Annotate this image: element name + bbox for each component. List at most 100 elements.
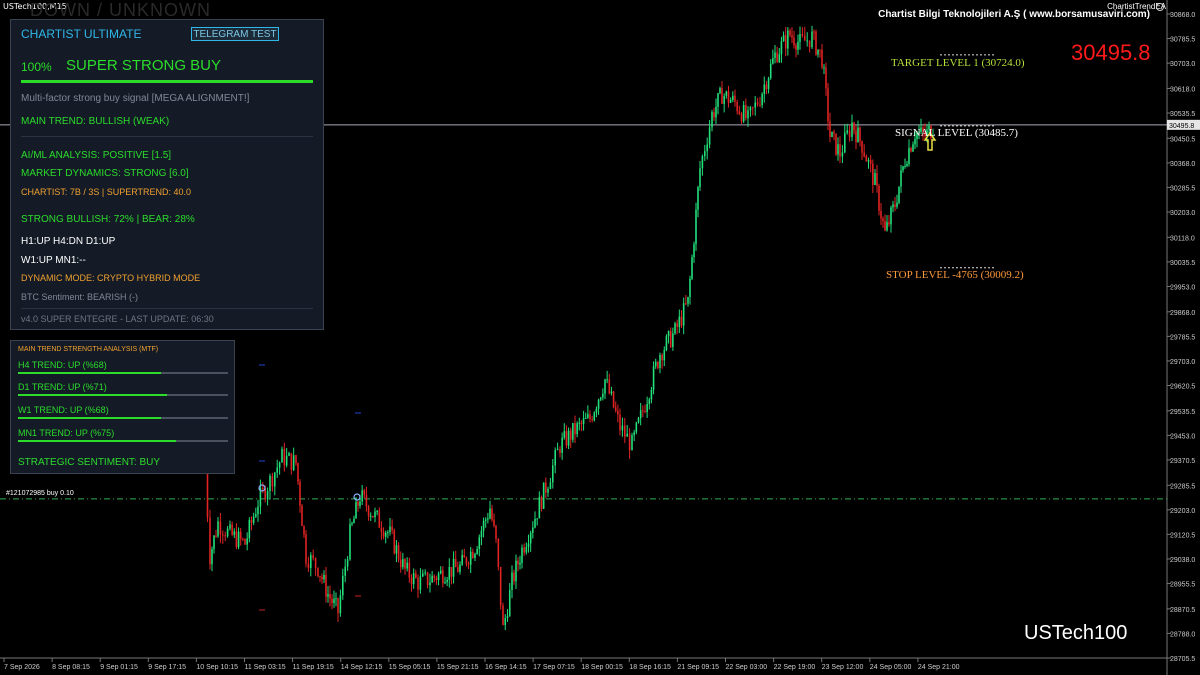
y-tick-label: 29620.5 (1170, 384, 1195, 391)
y-tick-label: 29203.0 (1170, 508, 1195, 515)
signal-strength-bar (21, 80, 313, 83)
candle-body (271, 476, 274, 487)
candle-body (721, 88, 723, 104)
candle-body (892, 204, 894, 208)
candle-body (461, 554, 463, 565)
candle-body (740, 113, 743, 122)
candle-body (661, 355, 663, 361)
candle-body (250, 520, 253, 523)
candle-body (257, 506, 259, 515)
y-tick-label: 30285.5 (1170, 185, 1195, 192)
candle-body (215, 535, 217, 537)
candle-body (397, 545, 400, 560)
candle-body (226, 528, 229, 537)
candle-body (321, 576, 323, 580)
candle-body (274, 472, 276, 487)
candle-body (829, 121, 831, 138)
candle-body (219, 521, 222, 535)
mtf-label: MN1 TREND: UP (%75) (18, 428, 115, 438)
candle-body (363, 490, 366, 495)
candle-body (896, 202, 898, 207)
candle-body (642, 410, 644, 412)
candle-body (759, 104, 761, 106)
candle-body (644, 411, 646, 413)
candle-body (399, 559, 402, 568)
candle-body (239, 531, 242, 539)
candle-body (233, 531, 236, 535)
candle-body (815, 31, 817, 55)
candle-body (863, 152, 865, 157)
candle-body (246, 538, 248, 545)
candle-body (472, 551, 474, 559)
candle-body (910, 148, 912, 152)
candle-body (561, 437, 563, 453)
candle-body (495, 525, 497, 539)
candle-body (299, 481, 301, 506)
candle-body (314, 558, 317, 568)
candle-body (424, 572, 426, 574)
x-tick-label: 23 Sep 12:00 (822, 664, 864, 671)
candle-body (827, 88, 829, 122)
candle-body (900, 170, 902, 187)
candle-body (672, 333, 674, 348)
candle-body (217, 521, 219, 537)
candle-body (480, 530, 483, 538)
candle-body (380, 527, 383, 533)
candle-body (659, 355, 661, 368)
candle-body (467, 563, 470, 565)
candle-body (431, 575, 433, 583)
candle-body (301, 505, 303, 527)
candle-body (778, 54, 781, 62)
candle-body (774, 52, 776, 59)
x-tick-label: 17 Sep 07:15 (533, 664, 575, 671)
candle-body (395, 545, 398, 554)
candle-body (419, 576, 422, 590)
candle-body (713, 112, 715, 118)
candle-body (825, 67, 827, 89)
candle-body (283, 448, 286, 466)
timeframe-status-1: H1:UP H4:DN D1:UP (21, 236, 116, 247)
candle-body (513, 572, 515, 582)
strategic-sentiment: STRATEGIC SENTIMENT: BUY (18, 457, 161, 468)
candle-body (682, 303, 685, 326)
trade-ticket-label[interactable]: #121072985 buy 0.10 (6, 490, 74, 497)
candle-body (657, 361, 659, 368)
candle-body (667, 331, 670, 337)
candle-body (435, 577, 438, 581)
telegram-test-button[interactable]: TELEGRAM TEST (191, 27, 279, 41)
candle-body (584, 417, 587, 419)
candle-body (578, 422, 581, 424)
chartist-main-panel: CHARTIST ULTIMATE TELEGRAM TEST 100% SUP… (10, 19, 324, 330)
candle-body (478, 537, 481, 550)
candle-body (693, 244, 695, 258)
x-tick-label: 10 Sep 10:15 (196, 664, 238, 671)
candle-body (701, 156, 704, 169)
candle-body (614, 407, 617, 411)
y-tick-label: 29535.5 (1170, 409, 1195, 416)
candle-body (305, 534, 307, 564)
candle-body (855, 130, 857, 143)
bottom-symbol-label: USTech100 (1024, 622, 1128, 644)
candle-body (867, 160, 870, 162)
candle-body (846, 130, 848, 133)
candle-body (337, 598, 339, 614)
mtf-row-mn1: MN1 TREND: UP (%75) (18, 428, 228, 442)
candle-body (902, 166, 904, 171)
candle-body (888, 222, 890, 225)
candle-body (749, 107, 752, 111)
bull-bear-ratio: STRONG BULLISH: 72% | BEAR: 28% (21, 214, 195, 225)
candle-body (329, 594, 331, 599)
candle-body (572, 423, 574, 440)
y-tick-label: 28788.0 (1170, 631, 1195, 638)
candle-body (504, 618, 507, 626)
y-tick-label: 30203.0 (1170, 210, 1195, 217)
candle-body (747, 110, 749, 119)
x-tick-label: 9 Sep 01:15 (100, 664, 138, 671)
candle-body (669, 331, 672, 348)
x-tick-label: 16 Sep 14:15 (485, 664, 527, 671)
y-tick-label: 30868.0 (1170, 12, 1195, 19)
candle-body (886, 222, 888, 231)
candle-body (635, 422, 638, 433)
candle-body (244, 539, 246, 545)
signal-percent: 100% (21, 60, 52, 74)
